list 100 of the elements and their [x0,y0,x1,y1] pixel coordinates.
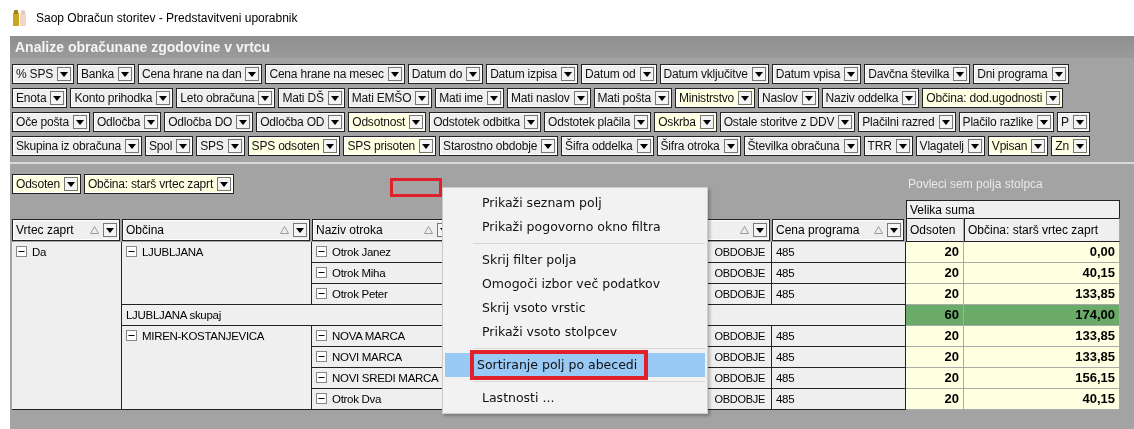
dropdown-icon[interactable] [124,139,139,153]
filter-field[interactable]: % SPS [12,64,75,84]
filter-field[interactable]: Vlagatelj [915,136,985,156]
dropdown-icon[interactable] [415,91,430,105]
filter-field[interactable]: Cena hrane na mesec [265,64,405,84]
filter-field[interactable]: Banka [77,64,136,84]
filter-field[interactable]: Datum vključitve [659,64,769,84]
filter-field[interactable]: Odločba OD [256,112,346,132]
collapse-icon[interactable] [316,288,327,299]
filter-field[interactable]: Zn [1051,136,1090,156]
dropdown-icon[interactable] [63,177,78,191]
dropdown-icon[interactable] [227,139,242,153]
filter-field[interactable]: P [1056,112,1090,132]
filter-field[interactable]: Odsotnost [348,112,427,132]
dropdown-icon[interactable] [176,139,191,153]
dropdown-icon[interactable] [236,115,251,129]
filter-field[interactable]: Mati DŠ [278,88,345,108]
dropdown-icon[interactable] [409,115,424,129]
filter-field[interactable]: Šifra oddelka [561,136,654,156]
collapse-icon[interactable] [316,267,327,278]
filter-field[interactable]: Mati naslov [507,88,591,108]
filter-field[interactable]: Oče pošta [12,112,90,132]
filter-field[interactable]: Oskrba [654,112,717,132]
menu-item[interactable]: Sortiranje polj po abecedi [445,353,705,377]
collapse-icon[interactable] [16,246,27,257]
filter-field[interactable]: Občina: dod.ugodnosti [922,88,1064,108]
dropdown-icon[interactable] [1031,139,1046,153]
filter-field[interactable]: Dni programa [973,64,1069,84]
dropdown-icon[interactable] [217,177,231,191]
row-field-header[interactable]: Cena programa [772,219,904,241]
dropdown-icon[interactable] [639,67,654,81]
filter-field[interactable]: Odločba DO [164,112,254,132]
filter-field[interactable]: Številka obračuna [743,136,861,156]
row-field-header[interactable]: Vrtec zaprt [12,219,120,241]
dropdown-icon[interactable] [103,223,117,237]
filter-field[interactable]: Naziv oddelka [821,88,920,108]
filter-field[interactable]: Konto prihodka [70,88,174,108]
dropdown-icon[interactable] [323,139,338,153]
filter-field[interactable]: SPS [196,136,245,156]
dropdown-icon[interactable] [327,91,342,105]
dropdown-icon[interactable] [328,115,343,129]
dropdown-icon[interactable] [753,223,767,237]
dropdown-icon[interactable] [245,67,260,81]
dropdown-icon[interactable] [541,139,556,153]
dropdown-icon[interactable] [938,115,953,129]
filter-field[interactable]: Odstotek plačila [544,112,652,132]
dropdown-icon[interactable] [466,67,481,81]
dropdown-icon[interactable] [50,91,65,105]
dropdown-icon[interactable] [72,115,87,129]
dropdown-icon[interactable] [844,67,859,81]
filter-field[interactable]: Plačilo razlike [958,112,1054,132]
collapse-icon[interactable] [316,330,327,341]
menu-item[interactable]: Lastnosti ... [445,386,705,410]
filter-field[interactable]: Plačilni razred [858,112,956,132]
filter-field[interactable]: Odločba [92,112,162,132]
filter-field[interactable]: Mati pošta [593,88,672,108]
dropdown-icon[interactable] [634,115,649,129]
dropdown-icon[interactable] [636,139,651,153]
dropdown-icon[interactable] [573,91,588,105]
collapse-icon[interactable] [316,246,327,257]
filter-field[interactable]: Naslov [758,88,819,108]
filter-field[interactable]: Enota [12,88,68,108]
dropdown-icon[interactable] [895,139,910,153]
dropdown-icon[interactable] [258,91,273,105]
data-field[interactable]: Odsoten [12,174,81,194]
collapse-icon[interactable] [316,393,327,404]
dropdown-icon[interactable] [699,115,714,129]
dropdown-icon[interactable] [723,139,738,153]
menu-item[interactable]: Skrij filter polja [445,248,705,272]
dropdown-icon[interactable] [967,139,982,153]
collapse-icon[interactable] [126,246,137,257]
filter-field[interactable]: Mati ime [435,88,505,108]
filter-field[interactable]: Skupina iz obračuna [12,136,142,156]
filter-field[interactable]: Mati EMŠO [347,88,433,108]
dropdown-icon[interactable] [654,91,669,105]
filter-field[interactable]: Odstotek odbitka [429,112,542,132]
dropdown-icon[interactable] [387,67,402,81]
dropdown-icon[interactable] [1072,139,1087,153]
dropdown-icon[interactable] [902,91,917,105]
filter-field[interactable]: Datum do [407,64,484,84]
filter-field[interactable]: Ministrstvo [674,88,756,108]
collapse-icon[interactable] [126,330,137,341]
filter-field[interactable]: Vpisan [987,136,1049,156]
dropdown-icon[interactable] [838,115,853,129]
dropdown-icon[interactable] [524,115,539,129]
data-field[interactable]: Občina: starš vrtec zaprt [83,174,234,194]
dropdown-icon[interactable] [487,91,502,105]
filter-field[interactable]: Datum od [581,64,657,84]
dropdown-icon[interactable] [144,115,159,129]
filter-field[interactable]: Ostale storitve z DDV [719,112,856,132]
dropdown-icon[interactable] [738,91,753,105]
dropdown-icon[interactable] [953,67,968,81]
filter-field[interactable]: Davčna številka [864,64,971,84]
filter-field[interactable]: SPS odsoten [247,136,341,156]
dropdown-icon[interactable] [751,67,766,81]
dropdown-icon[interactable] [156,91,171,105]
menu-item[interactable]: Omogoči izbor več podatkov [445,272,705,296]
filter-field[interactable]: Datum vpisa [771,64,862,84]
dropdown-icon[interactable] [293,223,307,237]
filter-field[interactable]: Cena hrane na dan [138,64,263,84]
